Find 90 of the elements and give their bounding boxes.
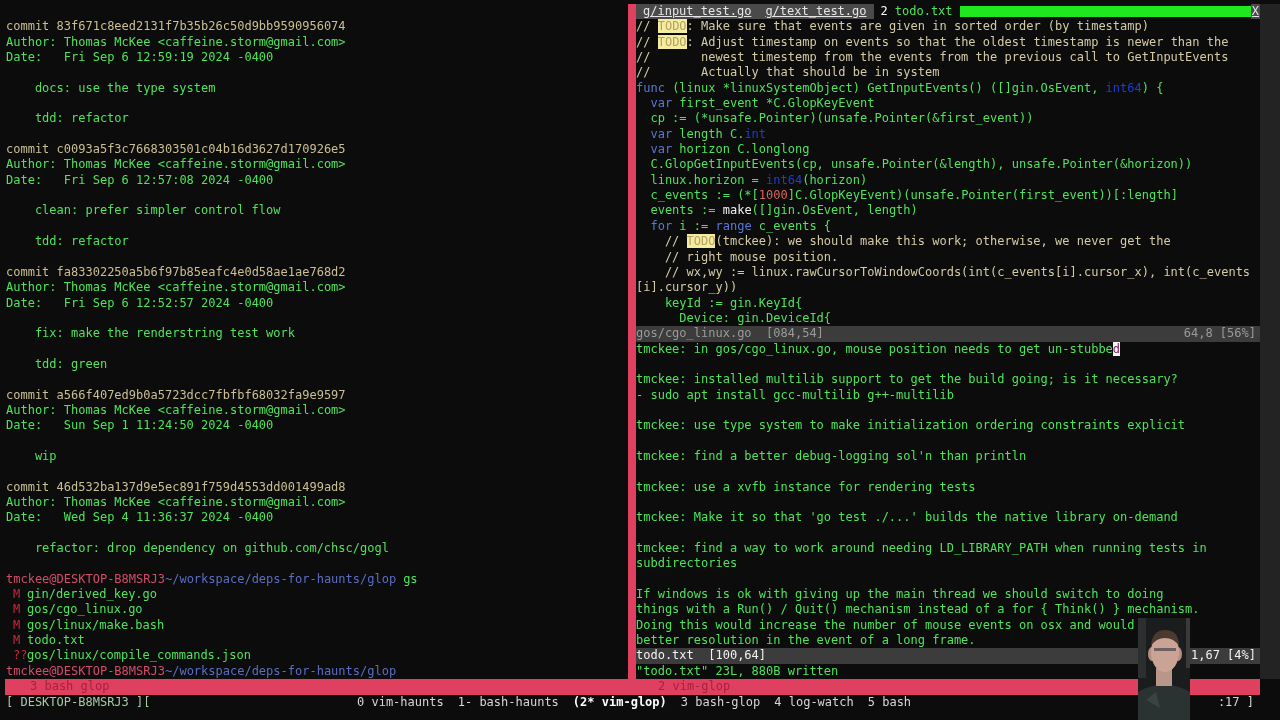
commit-message: fix: make the renderstring test work <box>33 326 295 342</box>
todo-line: tmckee: use a xvfb instance for rendering tests <box>636 479 976 495</box>
prompt-path: ~/workspace/deps-for-haunts/glop <box>164 571 397 588</box>
code-line: var length C.int <box>649 126 767 143</box>
git-status-label: M <box>13 587 22 603</box>
commit-message: tdd: refactor <box>33 234 129 250</box>
code-line: // TODO: Adjust timestamp on events so that the oldest timestamp is newer than the <box>636 34 1229 51</box>
commit-author: Author: Thomas McKee <caffeine.storm@gmail.com> <box>6 34 346 51</box>
code-line: func (linux *linuxSystemObject) GetInputEvents() ([]gin.OsEvent, int64) { <box>636 80 1164 97</box>
commit-author: Author: Thomas McKee <caffeine.storm@gmail.com> <box>6 280 346 296</box>
commit-date: Date: Fri Sep 6 12:57:08 2024 -0400 <box>6 172 274 189</box>
git-status-label: M <box>13 602 22 618</box>
close-tab-button[interactable]: X <box>1250 4 1260 20</box>
code-line: var horizon C.longlong <box>649 142 810 158</box>
status-file-name: gos/cgo_linux.go <box>636 326 752 341</box>
todo-line: - sudo apt install gcc-multilib g++-multilib <box>636 387 954 403</box>
commit-message: wip <box>33 448 57 465</box>
commit-author: Author: Thomas McKee <caffeine.storm@gmail.com> <box>6 157 346 173</box>
changed-file-path: gos/linux/make.bash <box>27 617 165 634</box>
commit-author: Author: Thomas McKee <caffeine.storm@gmail.com> <box>6 495 346 511</box>
git-status-label: ?? <box>13 648 27 664</box>
code-line: // Actually that should be in system <box>636 65 940 81</box>
code-line: // wx,wy := linux.rawCursorToWindowCoords(int(c_events[i].cursor_x), int(c_events <box>663 264 1251 281</box>
prompt-path: ~/workspace/deps-for-haunts/glop <box>164 663 397 680</box>
commit-message: tdd: refactor <box>33 111 129 127</box>
editor-tab[interactable]: g/text_test.go <box>758 4 874 20</box>
commit-date: Date: Wed Sep 4 11:36:37 2024 -0400 <box>6 510 274 526</box>
todo-line: subdirectories <box>636 556 738 572</box>
todo-line: tmckee: find a way to work around needing LD_LIBRARY_PATH when running tests in <box>636 541 1207 557</box>
cursor-position: 64,8 [56%] <box>1183 326 1256 342</box>
code-line: C.GlopGetInputEvents(cp, unsafe.Pointer(&length), unsafe.Pointer(&horizon)) <box>649 157 1193 173</box>
tmux-window-tab[interactable]: 5 bash <box>867 694 912 711</box>
todo-line: tmckee: Make it so that 'go test ./...' builds the native library on-demand <box>636 510 1178 526</box>
todo-line: If windows is ok with giving up the main thread we should switch to doing <box>636 587 1164 603</box>
code-line: // TODO: Make sure that events are given in sorted order (by timestamp) <box>636 19 1149 35</box>
git-status-label: M <box>13 617 22 634</box>
code-line: // newest timestemp from the events from the previous call to GetInputEvents <box>636 50 1229 66</box>
commit-hash: commit fa83302250a5b6f97b85eafc4e0d58ae1ae768d2 <box>6 264 346 281</box>
code-line: // right mouse position. <box>663 249 839 265</box>
code-line: c_events := (*[1000]C.GlopKeyEvent)(unsafe.Pointer(first_event))[:length] <box>649 188 1178 204</box>
code-line: for i := range c_events { <box>649 218 832 235</box>
todo-line: better resolution in the event of a long frame. <box>636 633 976 649</box>
code-line: Device: gin.DeviceId{ <box>678 310 832 327</box>
tmux-window-tab[interactable]: 0 vim-haunts <box>357 694 444 711</box>
todo-line: tmckee: find a better debug-logging sol'n than println <box>636 448 1027 465</box>
tmux-clock: :17 ] <box>1217 694 1254 711</box>
tmux-window-tab[interactable]: 3 bash-glop <box>680 694 761 711</box>
git-status-label: M <box>13 633 22 649</box>
tmux-session-name: [ DESKTOP-B8MSRJ3 ][ <box>6 694 152 711</box>
code-line: events := make([]gin.OsEvent, length) <box>649 203 918 219</box>
prompt-user: tmckee@DESKTOP-B8MSRJ3 <box>6 571 165 588</box>
changed-file-path: gos/linux/compile_commands.json <box>27 648 251 664</box>
commit-date: Date: Fri Sep 6 12:59:19 2024 -0400 <box>6 50 274 66</box>
status-info: [084,54] <box>766 326 824 341</box>
editor-tab[interactable]: g/input_test.go <box>636 4 759 20</box>
commit-message: tdd: green <box>33 356 108 373</box>
commit-hash: commit c0093a5f3c7668303501c04b16d3627d170926e5 <box>6 142 346 158</box>
status-file-name: todo.txt <box>636 648 694 663</box>
todo-line: tmckee: installed multilib support to get the build going; is it necessary? <box>636 372 1178 388</box>
todo-line: tmckee: in gos/cgo_linux.go, mouse position needs to get un-stubbed <box>636 341 1121 357</box>
changed-file-path: gos/cgo_linux.go <box>27 602 143 618</box>
prompt-user: tmckee@DESKTOP-B8MSRJ3 <box>6 663 165 680</box>
commit-hash: commit 83f671c8eed2131f7b35b26c50d9bb9590956074 <box>6 19 346 35</box>
code-line: cp := (*unsafe.Pointer)(unsafe.Pointer(&first_event)) <box>649 111 1034 127</box>
vim-message: "todo.txt" 23L, 880B written <box>636 663 839 680</box>
changed-file-path: gin/derived_key.go <box>27 587 158 603</box>
pane-title: 2 vim-glop <box>657 679 731 695</box>
code-line: linux.horizon = int64(horizon) <box>649 172 868 189</box>
commit-hash: commit 46d532ba137d9e5ec891f759d4553dd001499ad8 <box>6 479 346 495</box>
todo-line: tmckee: use type system to make initialization ordering constraints explicit <box>636 418 1186 434</box>
commit-date: Date: Sun Sep 1 11:24:50 2024 -0400 <box>6 418 274 434</box>
todo-line: Doing this would increase the number of mouse events on osx and would <box>636 617 1135 634</box>
commit-hash: commit a566f407ed9b0a5723dcc7fbfbf68032fa9e9597 <box>6 387 346 403</box>
tmux-window-tab[interactable]: (2* vim-glop) <box>572 694 667 711</box>
todo-line: things with a Run() / Quit() mechanism instead of a for { Think() } mechanism. <box>636 602 1200 618</box>
code-line: keyId := gin.KeyId{ <box>663 295 803 311</box>
cursor-position: 1,67 [4%] <box>1190 648 1256 664</box>
tmux-window-tab[interactable]: 4 log-watch <box>774 694 854 711</box>
commit-message: docs: use the type system <box>33 80 216 97</box>
shell-command: gs <box>403 571 418 588</box>
changed-file-path: todo.txt <box>27 633 85 649</box>
status-info: [100,64] <box>708 648 767 663</box>
commit-date: Date: Fri Sep 6 12:52:57 2024 -0400 <box>6 295 274 311</box>
pane-title: 3 bash glop <box>29 679 111 695</box>
code-line: [i].cursor_y)) <box>636 280 738 296</box>
commit-author: Author: Thomas McKee <caffeine.storm@gmail.com> <box>6 402 346 419</box>
commit-message: clean: prefer simpler control flow <box>33 203 281 219</box>
tmux-window-tab[interactable]: 1- bash-haunts <box>457 694 559 711</box>
commit-message: refactor: drop dependency on github.com/chsc/gogl <box>33 541 389 557</box>
code-line: var first_event *C.GlopKeyEvent <box>649 96 875 112</box>
